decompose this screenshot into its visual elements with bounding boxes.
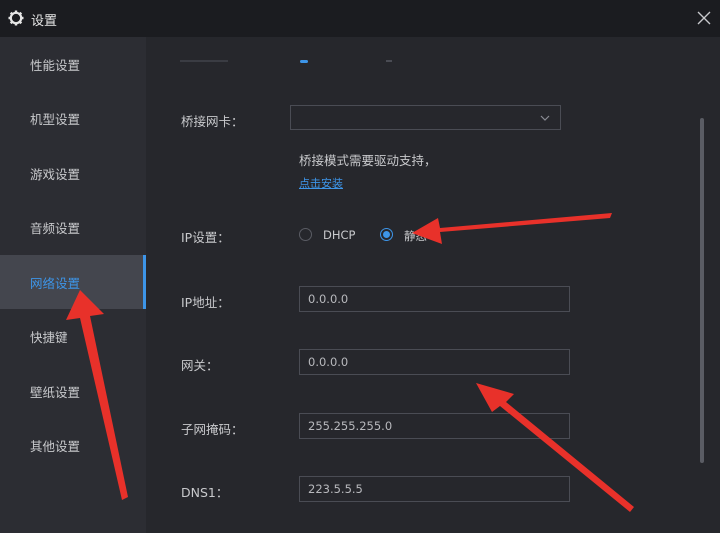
sidebar-item-network[interactable]: 网络设置 [0,255,146,309]
sidebar-item-label: 机型设置 [30,112,81,127]
sidebar-item-other[interactable]: 其他设置 [0,418,146,472]
sidebar-item-label: 快捷键 [30,330,68,345]
static-ip-radio-label[interactable]: 静态 [404,228,427,244]
sidebar-item-label: 音频设置 [30,221,81,236]
settings-sidebar: 性能设置 机型设置 游戏设置 音频设置 网络设置 快捷键 壁纸设置 其他设置 [0,37,146,533]
chevron-down-icon [540,115,550,121]
dns1-label: DNS1： [181,485,229,500]
subnet-mask-label: 子网掩码： [181,422,244,437]
bridge-adapter-label: 桥接网卡： [181,114,244,129]
sidebar-item-shortcuts[interactable]: 快捷键 [0,309,146,363]
bridge-driver-hint: 桥接模式需要驱动支持， [299,153,437,168]
bridge-adapter-select[interactable] [290,105,561,130]
ip-address-input[interactable] [299,286,570,312]
gateway-input[interactable] [299,349,570,375]
sidebar-item-audio[interactable]: 音频设置 [0,200,146,254]
sidebar-item-model[interactable]: 机型设置 [0,91,146,145]
title-bar: 设置 [0,0,720,37]
sidebar-item-label: 其他设置 [30,439,81,454]
sidebar-item-performance[interactable]: 性能设置 [0,37,146,91]
static-ip-radio[interactable] [380,228,393,241]
subnet-mask-input[interactable] [299,413,570,439]
dns1-input[interactable] [299,476,570,502]
sidebar-item-label: 游戏设置 [30,167,81,182]
install-driver-link[interactable]: 点击安装 [299,175,343,191]
sidebar-item-label: 性能设置 [30,58,81,73]
clipped-content-remnant [180,60,392,63]
sidebar-item-game[interactable]: 游戏设置 [0,146,146,200]
content-scrollbar[interactable] [700,118,704,463]
annotation-arrow-static-radio [412,213,612,244]
close-icon[interactable] [694,8,714,28]
sidebar-item-label: 网络设置 [30,276,81,291]
window-title: 设置 [31,14,58,29]
gear-icon [8,10,24,26]
sidebar-item-wallpaper[interactable]: 壁纸设置 [0,364,146,418]
sidebar-item-label: 壁纸设置 [30,385,81,400]
ip-address-label: IP地址： [181,295,230,310]
ip-mode-label: IP设置： [181,230,230,245]
dhcp-radio[interactable] [299,228,312,241]
gateway-label: 网关： [181,358,219,373]
dhcp-radio-label[interactable]: DHCP [323,228,355,242]
